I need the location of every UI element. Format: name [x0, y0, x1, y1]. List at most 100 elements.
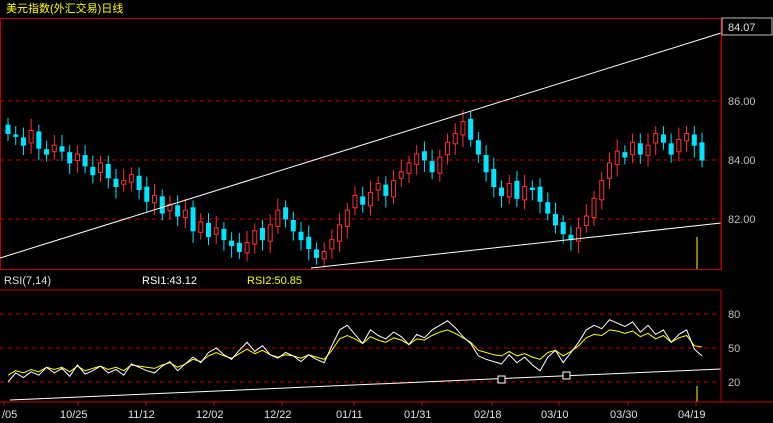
candle-body [691, 134, 697, 146]
candle-body [421, 151, 427, 161]
candle-body [144, 186, 150, 202]
date-tick-label: 12/02 [196, 409, 224, 421]
candle-body [522, 186, 528, 201]
candle-body [229, 240, 235, 247]
candle-body [398, 171, 404, 179]
candle-body [414, 153, 420, 165]
date-tick-label: 01/11 [336, 409, 363, 421]
candle-body [98, 162, 104, 173]
candle-body [506, 183, 512, 198]
candle-body [121, 180, 127, 185]
candle-body [468, 118, 474, 140]
date-tick-label: 04/19 [678, 409, 706, 421]
candle-body [182, 209, 188, 219]
candle-body [637, 143, 643, 155]
candle-body [429, 160, 435, 173]
candle-body [74, 153, 80, 162]
rsi2-value-label: RSI2:50.85 [247, 275, 302, 287]
chart-background [0, 0, 773, 423]
candle-body [267, 224, 273, 242]
candle-body [630, 141, 636, 156]
candle-body [360, 196, 366, 205]
date-tick-label: /05 [2, 409, 17, 421]
date-tick-label: 12/22 [264, 409, 292, 421]
candle-body [205, 222, 211, 238]
date-tick-label: 03/10 [541, 409, 569, 421]
candle-body [67, 152, 73, 164]
candle-body [406, 162, 412, 174]
candle-body [583, 215, 589, 226]
candle-body [676, 138, 682, 153]
candle-body [591, 197, 597, 219]
candle-body [475, 140, 481, 155]
rsi-tick-80: 80 [728, 309, 740, 321]
candle-body [337, 224, 343, 242]
candle-body [90, 166, 96, 176]
date-tick-label: 11/12 [128, 409, 155, 421]
candle-body [622, 152, 628, 158]
price-tick-82: 82.00 [728, 214, 756, 226]
candle-body [105, 163, 111, 179]
candle-body [545, 202, 551, 214]
date-tick-label: 02/18 [474, 409, 502, 421]
candle-body [491, 168, 497, 188]
candle-body [5, 124, 11, 134]
candle-body [290, 219, 296, 232]
candle-body [606, 162, 612, 179]
candle-body [367, 191, 373, 207]
candle-body [190, 207, 196, 232]
rsi-trendline-anchor-2[interactable] [562, 371, 571, 380]
candle-body [244, 242, 250, 254]
candle-body [514, 180, 520, 199]
rsi-tick-20: 20 [728, 377, 740, 389]
candle-body [614, 150, 620, 165]
candle-body [460, 121, 466, 136]
candle-body [152, 194, 158, 204]
candle-body [452, 132, 458, 145]
candle-body [44, 149, 50, 155]
candle-body [28, 130, 34, 144]
candle-body [391, 180, 397, 198]
candle-body [483, 155, 489, 173]
candle-body [59, 146, 65, 152]
rsi-tick-50: 50 [728, 343, 740, 355]
candle-body [236, 242, 242, 252]
candle-body [82, 155, 88, 167]
candle-body [537, 186, 543, 202]
rsi-trendline-anchor-1[interactable] [497, 375, 506, 384]
candle-body [275, 209, 281, 227]
candle-body [375, 183, 381, 191]
chart-canvas[interactable]: 美元指数(外汇交易)日线 84.07 86.00 84.00 82.00 RSI… [0, 0, 773, 423]
candle-body [128, 174, 134, 183]
current-price-label: 84.07 [728, 22, 756, 34]
candle-body [329, 239, 335, 250]
candle-body [306, 236, 312, 249]
candle-body [321, 250, 327, 260]
candle-body [529, 187, 535, 190]
candle-body [259, 227, 265, 241]
date-tick-label: 03/30 [610, 409, 638, 421]
candle-body [221, 228, 227, 241]
rsi1-value-label: RSI1:43.12 [142, 275, 197, 287]
candle-body [313, 249, 319, 258]
candle-body [175, 205, 181, 217]
candle-body [660, 134, 666, 143]
candle-body [437, 156, 443, 174]
candle-body [560, 222, 566, 235]
candle-body [51, 144, 57, 153]
date-tick-label: 01/31 [404, 409, 432, 421]
price-tick-86: 86.00 [728, 96, 756, 108]
candle-body [599, 180, 605, 201]
candle-body [668, 143, 674, 155]
candle-body [252, 230, 258, 245]
candle-body [13, 134, 19, 137]
candle-body [213, 227, 219, 235]
candle-body [36, 131, 42, 149]
candle-body [645, 144, 651, 157]
price-tick-84: 84.00 [728, 155, 756, 167]
candle-body [684, 132, 690, 142]
candle-body [113, 178, 119, 188]
candle-body [283, 207, 289, 220]
rsi-title: RSI(7,14) [4, 275, 51, 287]
candle-body [499, 187, 505, 196]
